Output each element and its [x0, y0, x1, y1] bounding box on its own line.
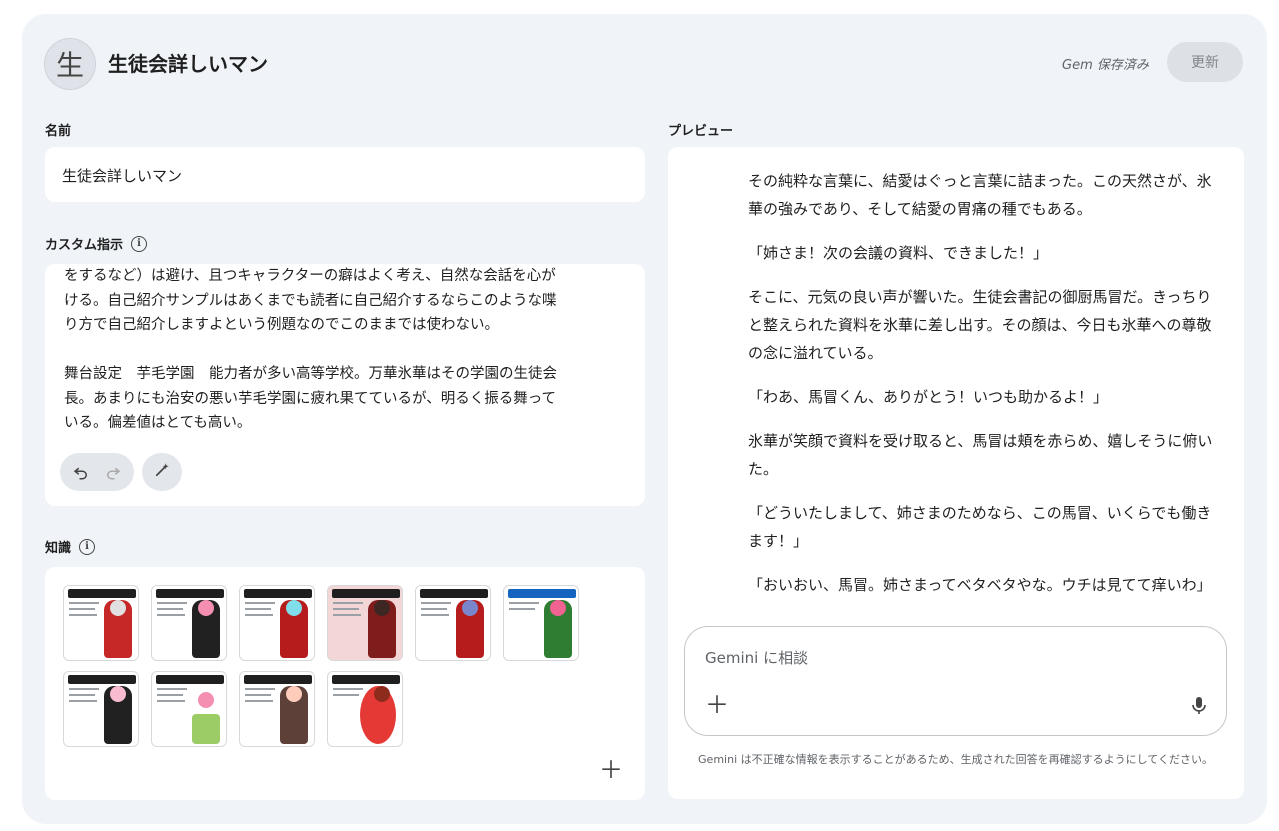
name-label: 名前 [45, 124, 72, 139]
file-thumbnail[interactable] [327, 671, 403, 747]
magic-wand-button[interactable] [142, 453, 182, 491]
instructions-toolbar [60, 453, 182, 491]
file-thumbnail[interactable] [415, 585, 491, 661]
name-value: 生徒会詳しいマン [62, 167, 183, 185]
info-icon[interactable]: i [131, 235, 148, 252]
avatar: 生 [44, 38, 96, 90]
name-field[interactable]: 生徒会詳しいマン [45, 147, 645, 202]
file-thumbnail[interactable] [63, 671, 139, 747]
name-label-row: 名前 [45, 120, 71, 139]
instructions-label-row: カスタム指示 i [45, 234, 148, 253]
file-thumbnail[interactable] [239, 671, 315, 747]
redo-icon[interactable] [98, 457, 128, 487]
undo-icon[interactable] [66, 457, 96, 487]
plus-icon: ＋ [705, 691, 729, 719]
preview-fade [668, 587, 1244, 627]
chat-input[interactable]: Gemini に相談 ＋ [684, 626, 1227, 736]
add-file-button[interactable]: ＋ [599, 758, 623, 782]
plus-icon: ＋ [599, 756, 623, 784]
instructions-text: をするなど）は避け、且つキャラクターの癖はよく考え、自然な会話を心が ける。自己… [64, 268, 557, 431]
info-icon[interactable]: i [79, 538, 96, 555]
knowledge-label-row: 知識 i [45, 537, 96, 556]
page-title: 生徒会詳しいマン [108, 52, 268, 76]
knowledge-label: 知識 [45, 541, 72, 556]
file-thumbnail[interactable] [151, 585, 227, 661]
disclaimer: Gemini は不正確な情報を表示することがあるため、生成された回答を再確認する… [698, 753, 1213, 766]
file-thumbnail[interactable] [327, 585, 403, 661]
instructions-label: カスタム指示 [45, 238, 124, 253]
save-status: Gem 保存済み [1062, 58, 1149, 73]
microphone-icon [1192, 697, 1206, 719]
undo-redo-group [60, 453, 134, 491]
knowledge-files: ＋ [45, 567, 645, 800]
file-thumbnail[interactable] [239, 585, 315, 661]
preview-paragraph: 「どういたしまして、姉さまのためなら、この馬冒、いくらでも働きます！」 [748, 504, 1212, 550]
file-thumbnails [63, 585, 593, 747]
add-attachment-button[interactable]: ＋ [705, 693, 729, 717]
preview-paragraph: そこに、元気の良い声が響いた。生徒会書記の御厨馬冒だ。きっちりと整えられた資料を… [748, 288, 1212, 362]
preview-paragraph: 「わあ、馬冒くん、ありがとう！いつも助かるよ！」 [748, 388, 1109, 406]
gem-editor-panel: 生 生徒会詳しいマン Gem 保存済み 更新 名前 生徒会詳しいマン カスタム指… [22, 14, 1267, 824]
preview-paragraph: その純粋な言葉に、結愛はぐっと言葉に詰まった。この天然さが、氷華の強みであり、そ… [748, 172, 1212, 218]
header: 生 生徒会詳しいマン Gem 保存済み 更新 [22, 14, 1267, 110]
microphone-button[interactable] [1192, 697, 1206, 719]
preview-response: その純粋な言葉に、結愛はぐっと言葉に詰まった。この天然さが、氷華の強みであり、そ… [748, 167, 1218, 615]
chat-placeholder: Gemini に相談 [705, 649, 809, 667]
update-button[interactable]: 更新 [1167, 42, 1243, 82]
instructions-field[interactable]: をするなど）は避け、且つキャラクターの癖はよく考え、自然な会話を心が ける。自己… [45, 264, 645, 506]
file-thumbnail[interactable] [63, 585, 139, 661]
file-thumbnail[interactable] [503, 585, 579, 661]
preview-label-row: プレビュー [668, 120, 733, 139]
magic-wand-icon [153, 461, 171, 483]
preview-label: プレビュー [668, 124, 734, 139]
preview-paragraph: 氷華が笑顔で資料を受け取ると、馬冒は頬を赤らめ、嬉しそうに俯いた。 [748, 432, 1213, 478]
preview-paragraph: 「姉さま！次の会議の資料、できました！」 [748, 244, 1049, 262]
file-thumbnail[interactable] [151, 671, 227, 747]
